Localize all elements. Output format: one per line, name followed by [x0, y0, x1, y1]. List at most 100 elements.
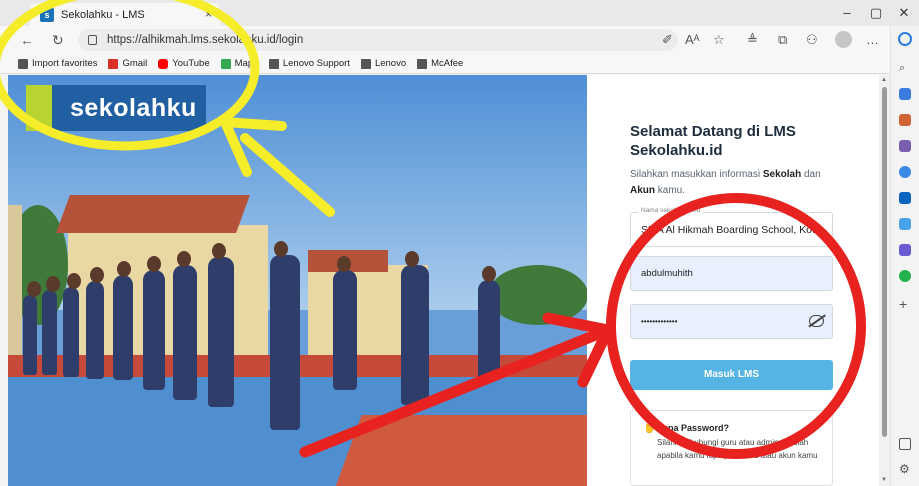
cadet-figure	[113, 261, 133, 380]
scroll-down-icon[interactable]: ▼	[881, 477, 887, 483]
sidebar-settings-gear-icon[interactable]: ⚙	[899, 463, 911, 475]
login-button[interactable]: Masuk LMS	[630, 360, 833, 390]
spotify-icon[interactable]	[899, 270, 911, 282]
cadet-figure	[401, 251, 429, 405]
favorites-bar: Import favorites Gmail YouTube Maps Lenovo S…	[0, 54, 890, 74]
favorite-youtube[interactable]: YouTube	[158, 58, 210, 69]
username-field[interactable]: abdulmuhith	[630, 256, 833, 291]
microsoft-365-icon[interactable]	[899, 166, 911, 178]
username-value: abdulmuhith	[641, 268, 693, 279]
cadet-figure	[23, 281, 41, 375]
page-icon	[417, 58, 428, 69]
toggle-password-visibility-icon[interactable]	[809, 315, 824, 327]
browser-tab[interactable]: s Sekolahku - LMS ×	[30, 3, 220, 26]
school-legend: Nama sekolah kamu	[638, 207, 704, 214]
split-screen-icon[interactable]	[899, 438, 911, 450]
school-value: SMA Al Hikmah Boarding School, Kot...	[641, 224, 824, 236]
cadet-figure	[173, 251, 197, 400]
search-icon[interactable]: ⌕	[899, 62, 911, 74]
lock-icon	[88, 35, 97, 45]
logo-text: sekolahku	[70, 93, 197, 122]
court-red-area	[334, 415, 587, 486]
welcome-title: Selamat Datang di LMS Sekolahku.id	[630, 123, 796, 159]
handshake-icon: ✋	[643, 422, 657, 434]
scrollbar-thumb[interactable]	[882, 87, 887, 437]
tab-title: Sekolahku - LMS	[61, 8, 145, 21]
school-select[interactable]: Nama sekolah kamu SMA Al Hikmah Boarding…	[630, 207, 833, 247]
cadet-figure	[42, 276, 60, 375]
minimize-button[interactable]: –	[832, 5, 862, 20]
add-sidebar-app-icon[interactable]: +	[899, 297, 911, 311]
logo-stripe	[26, 85, 52, 131]
forgot-password-title[interactable]: Lupa Password?	[657, 423, 729, 433]
favorite-lenovo-support[interactable]: Lenovo Support	[268, 58, 350, 69]
outlook-icon[interactable]	[899, 192, 911, 204]
page-scrollbar[interactable]: ▲ ▼	[879, 75, 890, 486]
favorite-import-favorites[interactable]: Import favorites	[18, 58, 97, 69]
page-icon	[268, 58, 279, 69]
back-button[interactable]: ←	[20, 32, 34, 48]
profile-avatar[interactable]	[835, 31, 852, 48]
favorite-label: Lenovo Support	[282, 58, 350, 69]
read-aloud-icon[interactable]: ✐	[662, 32, 673, 48]
collections-icon[interactable]: ⧉	[778, 32, 787, 48]
more-menu-icon[interactable]: …	[866, 32, 879, 47]
designer-icon[interactable]	[899, 244, 911, 256]
password-field[interactable]: •••••••••••••	[630, 304, 833, 339]
text-size-icon[interactable]: Aᴬ	[685, 32, 700, 47]
favorite-maps[interactable]: Maps	[220, 58, 258, 69]
tree	[488, 265, 587, 325]
cadet-figure	[208, 243, 234, 407]
tab-close-icon[interactable]: ×	[205, 7, 212, 21]
edge-sidebar: ⌕ + ⚙	[890, 26, 919, 486]
cadet-figure	[333, 256, 357, 390]
favorite-lenovo[interactable]: Lenovo	[360, 58, 407, 69]
drop-icon[interactable]	[899, 218, 911, 230]
hero-photo: sekolahku	[8, 75, 587, 486]
bing-copilot-icon[interactable]	[898, 32, 912, 46]
welcome-subtitle: Silahkan masukkan informasi Sekolah dan …	[630, 167, 840, 199]
favorite-star-icon[interactable]: ☆	[713, 32, 725, 48]
shopping-tag-icon[interactable]	[899, 88, 911, 100]
address-bar[interactable]: https://alhikmah.lms.sekolahku.id/login	[78, 29, 678, 51]
extensions-icon[interactable]: ⚇	[806, 32, 818, 48]
subtitle-account: Akun	[630, 185, 655, 196]
url-text: https://alhikmah.lms.sekolahku.id/login	[107, 34, 304, 46]
subtitle-text: Silahkan masukkan informasi	[630, 169, 763, 180]
subtitle-school: Sekolah	[762, 169, 802, 180]
close-window-button[interactable]: ✕	[889, 5, 919, 21]
cadet-figure	[63, 273, 81, 377]
favorite-label: Lenovo	[374, 58, 407, 69]
favorites-list-icon[interactable]: ≜	[747, 32, 758, 48]
login-panel: Selamat Datang di LMS Sekolahku.id Silah…	[587, 75, 879, 486]
youtube-icon	[158, 58, 169, 69]
page-viewport: sekolahku Selamat Datang di LMS Sekolahk…	[8, 75, 890, 486]
sekolahku-logo: sekolahku	[26, 85, 206, 131]
reload-button[interactable]: ↻	[52, 32, 64, 49]
subtitle-text: dan	[801, 169, 821, 180]
favorite-label: Import favorites	[32, 58, 98, 69]
games-icon[interactable]	[899, 140, 911, 152]
cadet-figure	[143, 256, 165, 390]
password-value: •••••••••••••	[641, 317, 678, 326]
page-icon	[360, 58, 371, 69]
tools-briefcase-icon[interactable]	[899, 114, 911, 126]
favorite-mcafee[interactable]: McAfee	[417, 58, 463, 69]
gmail-icon	[108, 58, 119, 69]
restore-button[interactable]: ▢	[861, 5, 891, 21]
subtitle-text: kamu.	[655, 185, 686, 196]
folder-icon	[18, 58, 28, 69]
building	[8, 205, 22, 355]
favorite-gmail[interactable]: Gmail	[108, 58, 147, 69]
address-row: ← ↻ https://alhikmah.lms.sekolahku.id/lo…	[0, 26, 919, 54]
forgot-password-text: Silahkan hubungi guru atau admin sekolah…	[657, 438, 818, 460]
cadet-figure	[86, 267, 104, 379]
favorite-label: Gmail	[122, 58, 148, 69]
cadet-figure	[478, 266, 500, 380]
favorite-label: YouTube	[172, 58, 210, 69]
favorite-label: McAfee	[431, 58, 464, 69]
roof	[56, 195, 250, 233]
scroll-up-icon[interactable]: ▲	[881, 77, 887, 83]
favorite-label: Maps	[234, 58, 258, 69]
cadet-figure	[270, 241, 300, 430]
